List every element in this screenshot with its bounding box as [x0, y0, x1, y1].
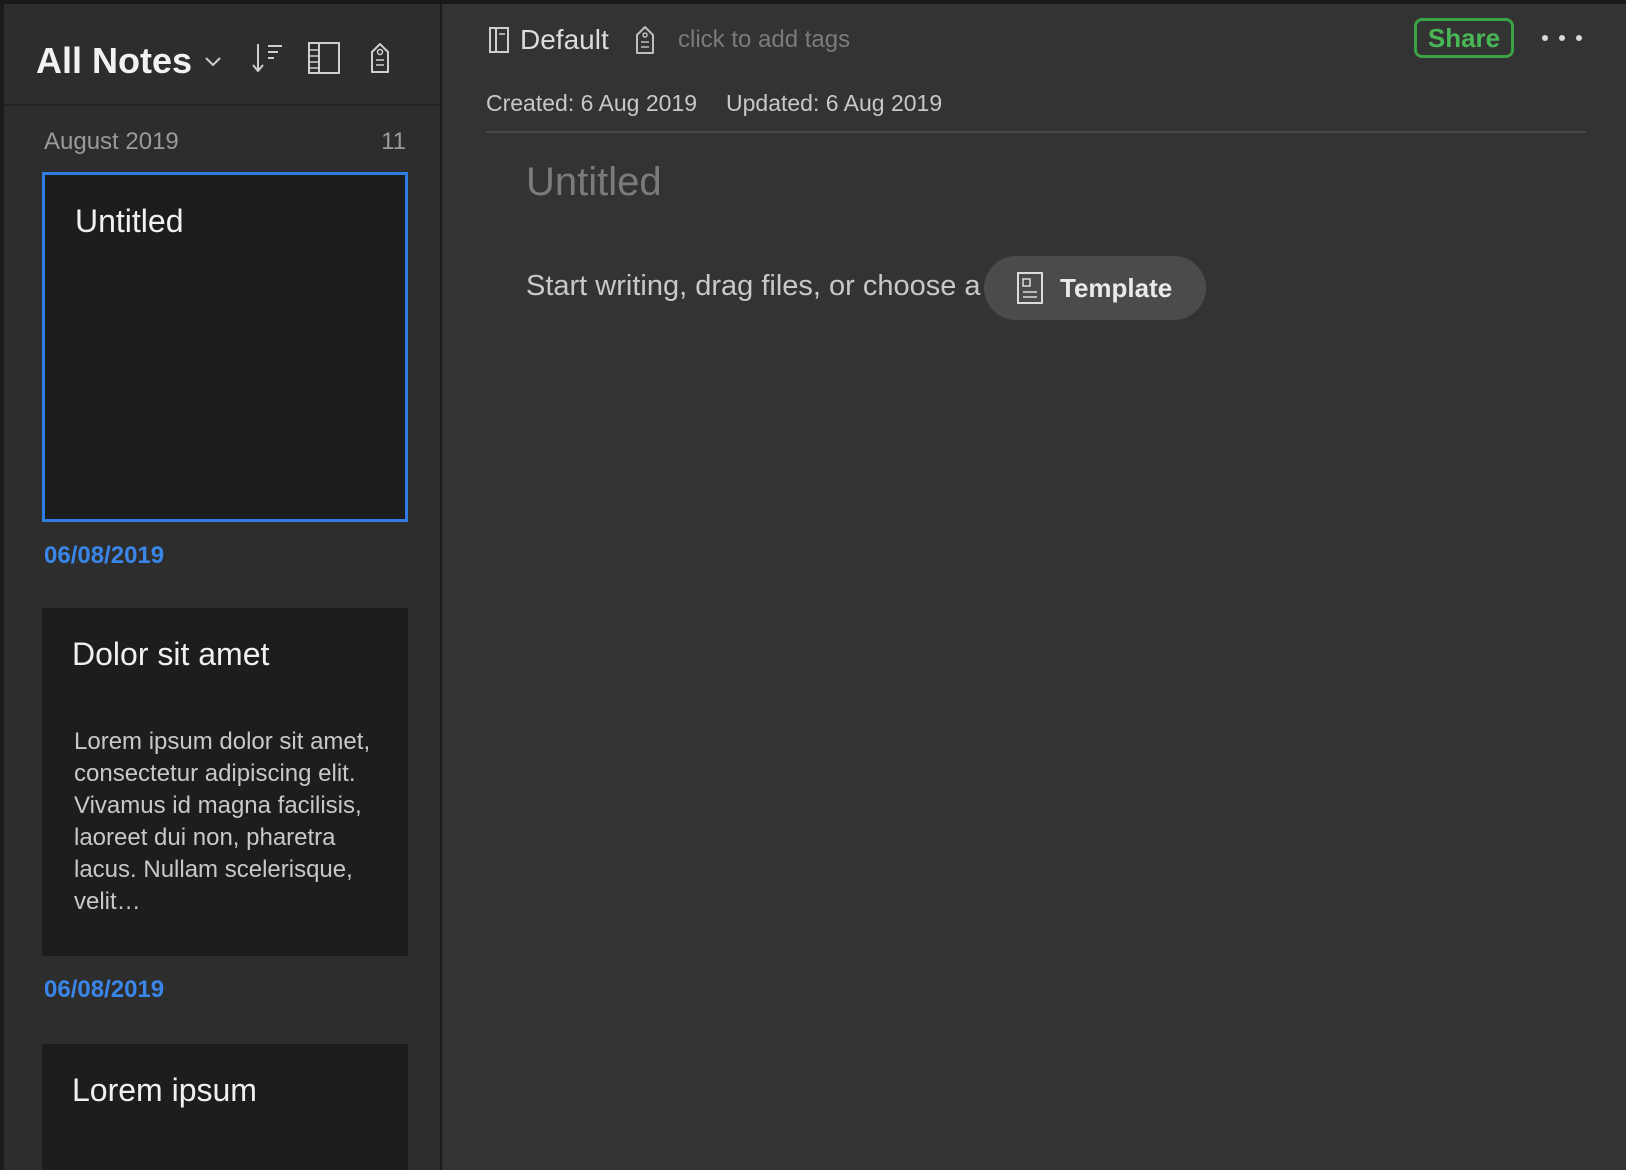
note-card[interactable]: Lorem ipsum: [42, 1044, 408, 1170]
template-icon: [1017, 272, 1043, 304]
more-icon: [1559, 35, 1565, 41]
note-snippet: Lorem ipsum dolor sit amet, consectetur …: [74, 728, 371, 915]
notebook-icon: [489, 27, 509, 53]
updated-date: Updated: 6 Aug 2019: [726, 90, 943, 116]
view-toggle-icon[interactable]: [306, 40, 342, 76]
template-label: Template: [1060, 272, 1173, 303]
note-title: Lorem ipsum: [72, 1072, 257, 1108]
note-date: 06/08/2019: [44, 976, 165, 1003]
note-card-selected[interactable]: Untitled: [42, 172, 408, 522]
notebook-selector[interactable]: Default: [488, 24, 609, 56]
more-icon: [1542, 35, 1548, 41]
all-notes-dropdown[interactable]: All Notes: [36, 40, 222, 82]
created-date: Created: 6 Aug 2019: [486, 90, 697, 116]
tag-filter-icon[interactable]: [362, 40, 398, 76]
note-list-title: All Notes: [36, 40, 193, 81]
note-list-header: All Notes: [4, 4, 440, 106]
note-editor: Default click to add tags Share Created:…: [442, 4, 1626, 1170]
note-date: 06/08/2019: [44, 542, 165, 569]
note-list-panel: All Notes August 2019 11 Untitled 06/08/…: [0, 4, 442, 1170]
more-options-button[interactable]: [1542, 26, 1582, 50]
note-title: Dolor sit amet: [72, 636, 270, 672]
note-title: Untitled: [75, 203, 184, 239]
note-title-input[interactable]: Untitled: [526, 160, 662, 205]
chevron-down-icon: [205, 57, 221, 67]
month-note-count: 11: [381, 128, 406, 155]
editor-body-placeholder[interactable]: Start writing, drag files, or choose a: [526, 270, 981, 303]
tag-icon[interactable]: [632, 24, 658, 56]
month-section-label: August 2019: [44, 128, 179, 155]
sort-icon[interactable]: [250, 40, 286, 76]
template-button[interactable]: Template: [984, 256, 1206, 320]
more-icon: [1576, 35, 1582, 41]
share-button[interactable]: Share: [1414, 18, 1514, 58]
note-card[interactable]: Dolor sit amet Lorem ipsum dolor sit ame…: [42, 608, 408, 956]
app-window: All Notes August 2019 11 Untitled 06/08/…: [0, 0, 1626, 1170]
header-divider: [486, 131, 1586, 133]
tags-input[interactable]: click to add tags: [678, 26, 850, 54]
notebook-name: Default: [520, 24, 609, 55]
